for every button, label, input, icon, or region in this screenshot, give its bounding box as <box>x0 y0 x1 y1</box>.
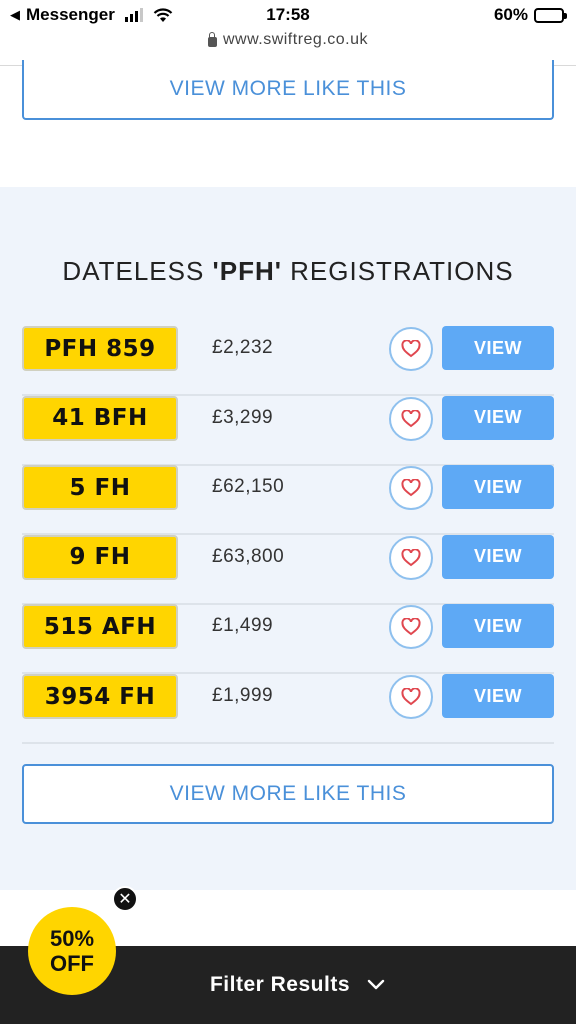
view-more-button-top[interactable]: VIEW MORE LIKE THIS <box>22 60 554 120</box>
favourite-button[interactable] <box>389 675 433 719</box>
url-text: www.swiftreg.co.uk <box>222 31 369 48</box>
title-highlight: 'PFH' <box>212 256 282 286</box>
status-bar: ◀ Messenger 17:58 60% <box>0 0 576 30</box>
url-display[interactable]: www.swiftreg.co.uk <box>207 31 369 49</box>
favourite-button[interactable] <box>389 605 433 650</box>
view-button[interactable]: VIEW <box>442 326 554 370</box>
battery-percent: 60% <box>493 5 528 24</box>
title-prefix: DATELESS <box>62 256 213 286</box>
chevron-down-icon[interactable] <box>366 979 386 991</box>
plate-price: £1,999 <box>212 685 274 706</box>
status-time: 17:58 <box>266 5 310 24</box>
view-button[interactable]: VIEW <box>442 395 554 440</box>
heart-icon <box>401 479 421 497</box>
discount-line2: OFF <box>50 951 94 976</box>
registration-row: 515 AFH £1,499 VIEW <box>22 604 554 675</box>
section-title: DATELESS 'PFH' REGISTRATIONS <box>0 256 576 287</box>
heart-icon <box>401 618 421 636</box>
battery-icon <box>534 7 567 23</box>
registration-row: 3954 FH £1,999 VIEW <box>22 674 554 744</box>
number-plate[interactable]: 41 BFH <box>22 395 178 441</box>
view-button[interactable]: VIEW <box>442 604 554 649</box>
view-button[interactable]: VIEW <box>442 465 554 510</box>
lock-icon <box>207 31 217 47</box>
discount-line1: 50% <box>49 925 95 951</box>
favourite-button[interactable] <box>389 327 433 371</box>
view-more-button-bottom[interactable]: VIEW MORE LIKE THIS <box>22 764 554 824</box>
row-divider <box>22 742 554 744</box>
status-right: 60% <box>493 5 567 25</box>
heart-icon <box>401 409 421 427</box>
heart-icon <box>401 688 421 706</box>
registration-row: 9 FH £63,800 VIEW <box>22 534 554 605</box>
heart-icon <box>401 340 421 358</box>
registration-row: PFH 859 £2,232 VIEW <box>22 326 554 396</box>
plate-price: £1,499 <box>212 615 274 637</box>
title-suffix: REGISTRATIONS <box>281 256 514 286</box>
favourite-button[interactable] <box>389 396 433 441</box>
close-icon[interactable]: ✕ <box>112 886 138 912</box>
number-plate[interactable]: PFH 859 <box>22 326 178 371</box>
plate-price: £2,232 <box>212 337 274 358</box>
view-button[interactable]: VIEW <box>442 534 554 579</box>
number-plate[interactable]: 515 AFH <box>22 604 178 650</box>
registration-row: 5 FH £62,150 VIEW <box>22 465 554 536</box>
filter-results-label[interactable]: Filter Results <box>210 973 350 997</box>
number-plate[interactable]: 9 FH <box>22 534 178 580</box>
number-plate[interactable]: 5 FH <box>22 465 178 511</box>
discount-badge[interactable]: 50% OFF <box>28 907 116 995</box>
heart-icon <box>401 548 421 567</box>
registration-row: 41 BFH £3,299 VIEW <box>22 395 554 466</box>
number-plate[interactable]: 3954 FH <box>22 674 178 719</box>
favourite-button[interactable] <box>389 535 433 580</box>
view-button[interactable]: VIEW <box>442 674 554 718</box>
plate-price: £63,800 <box>212 545 285 567</box>
plate-price: £62,150 <box>212 476 285 498</box>
favourite-button[interactable] <box>389 466 433 511</box>
plate-price: £3,299 <box>212 406 274 428</box>
